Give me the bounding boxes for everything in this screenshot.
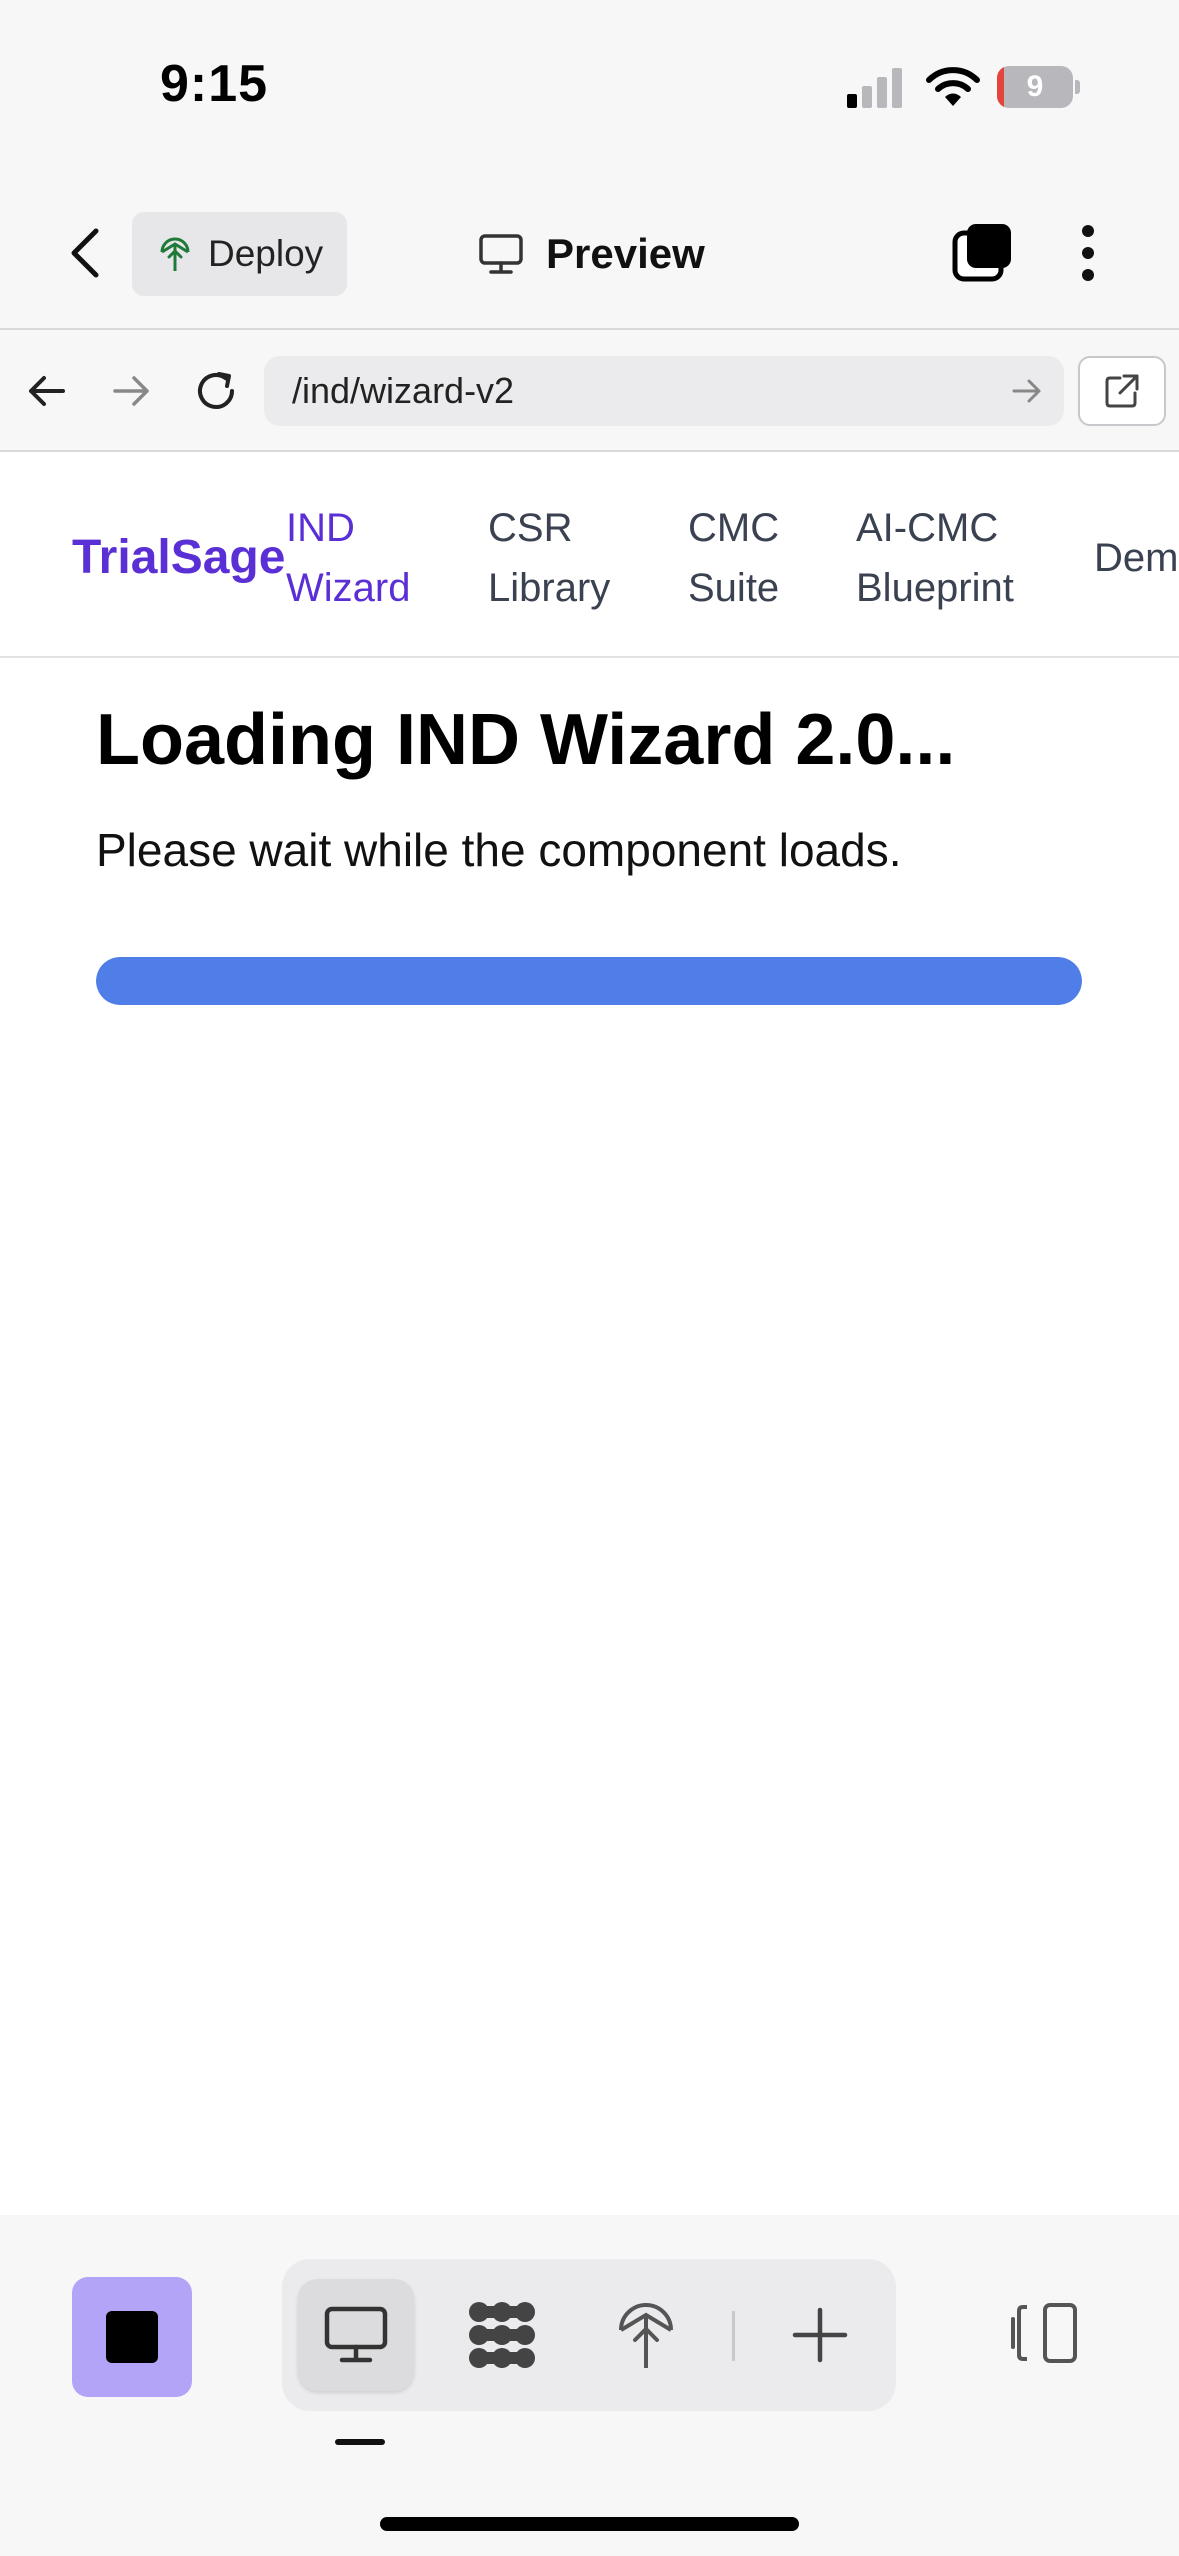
plus-icon xyxy=(792,2307,848,2363)
nav-link-csr-library[interactable]: CSR Library xyxy=(488,498,610,618)
more-vertical-icon xyxy=(1082,225,1094,281)
home-indicator xyxy=(380,2517,799,2531)
arrow-left-icon xyxy=(29,376,65,406)
monitor-icon xyxy=(324,2306,388,2363)
app-toolbar: Deploy Preview xyxy=(0,175,1179,330)
progress-bar xyxy=(96,957,1082,1005)
battery-level: 9 xyxy=(1026,70,1044,103)
deploy-tool-button[interactable] xyxy=(588,2279,704,2391)
loading-message: Please wait while the component loads. xyxy=(96,824,902,876)
preview-title: Preview xyxy=(478,219,705,289)
nav-link-ai-cmc-blueprint[interactable]: AI-CMC Blueprint xyxy=(856,498,1014,618)
loading-panel: Loading IND Wizard 2.0... Please wait wh… xyxy=(96,690,1096,1005)
tool-divider xyxy=(732,2311,735,2361)
nav-link-cmc-suite[interactable]: CMC Suite xyxy=(688,498,779,618)
external-link-icon xyxy=(1105,374,1139,408)
deploy-icon xyxy=(160,237,190,271)
workflow-tool-button[interactable] xyxy=(444,2279,560,2391)
workflow-icon xyxy=(469,2302,535,2368)
brand-logo[interactable]: TrialSage xyxy=(72,530,285,585)
bottom-toolbar xyxy=(0,2215,1179,2556)
browser-bar: /ind/wizard-v2 xyxy=(0,330,1179,452)
site-nav: TrialSage IND Wizard CSR Library CMC Sui… xyxy=(0,452,1179,658)
nav-link-ind-wizard[interactable]: IND Wizard xyxy=(286,498,410,618)
wifi-icon xyxy=(926,67,980,106)
tool-group xyxy=(282,2259,896,2411)
panel-toggle-button[interactable] xyxy=(1005,2293,1085,2373)
arrow-right-icon xyxy=(113,376,149,406)
page-title: Loading IND Wizard 2.0... xyxy=(96,700,956,780)
nav-link-demo[interactable]: Dem xyxy=(1094,528,1178,588)
panel-toggle-icon xyxy=(1011,2303,1077,2363)
browser-back-button[interactable] xyxy=(14,358,80,424)
tabs-icon[interactable] xyxy=(950,220,1016,286)
browser-reload-button[interactable] xyxy=(183,358,249,424)
more-options-button[interactable] xyxy=(1060,220,1116,286)
browser-forward-button[interactable] xyxy=(98,358,164,424)
deploy-label: Deploy xyxy=(208,233,324,274)
url-go-icon[interactable] xyxy=(1008,372,1046,410)
url-text: /ind/wizard-v2 xyxy=(292,370,515,411)
url-input[interactable]: /ind/wizard-v2 xyxy=(264,356,1064,426)
preview-label: Preview xyxy=(546,230,705,277)
status-bar: 9:15 9 xyxy=(0,0,1179,175)
stop-button[interactable] xyxy=(72,2277,192,2397)
open-external-button[interactable] xyxy=(1078,356,1166,426)
deploy-button[interactable]: Deploy xyxy=(132,212,347,296)
signal-icon xyxy=(847,68,902,108)
monitor-icon xyxy=(479,234,523,274)
reload-icon xyxy=(198,372,234,409)
preview-tool-button[interactable] xyxy=(298,2279,414,2391)
stop-icon xyxy=(106,2311,158,2363)
progress-fill xyxy=(96,957,1082,1005)
battery-icon: 9 xyxy=(997,66,1080,108)
add-tool-button[interactable] xyxy=(762,2279,878,2391)
selected-tool-indicator xyxy=(335,2439,385,2445)
status-time: 9:15 xyxy=(160,55,269,113)
deploy-icon xyxy=(619,2303,673,2368)
chevron-left-icon xyxy=(71,228,99,278)
back-button[interactable] xyxy=(55,220,115,286)
